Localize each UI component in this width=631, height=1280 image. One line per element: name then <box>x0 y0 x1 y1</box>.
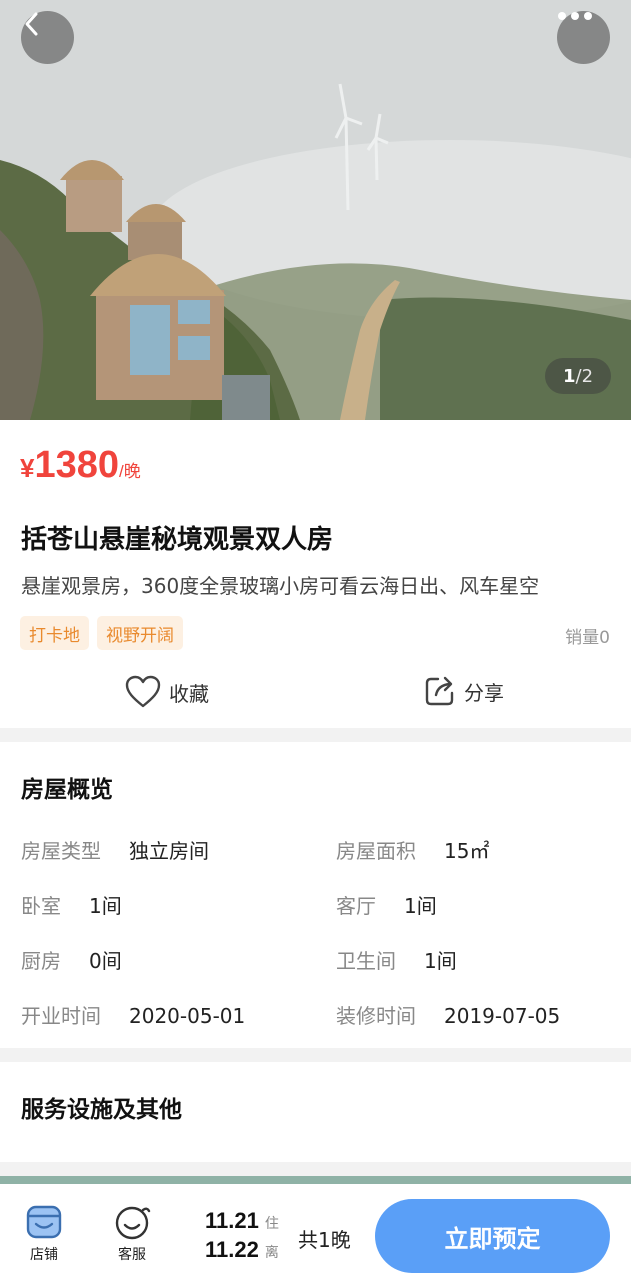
date-range[interactable]: 11.21 住 11.22 离 <box>205 1208 279 1266</box>
customer-service-button[interactable]: 客服 <box>102 1204 162 1264</box>
overview-value: 0间 <box>89 949 122 973</box>
hero-photo[interactable]: 1/2 <box>0 0 631 420</box>
overview-key: 装修时间 <box>336 1004 416 1028</box>
overview-item: 装修时间 2019-07-05 <box>336 1000 560 1029</box>
overview-key: 房屋面积 <box>336 839 416 863</box>
book-now-button[interactable]: 立即预定 <box>375 1199 610 1273</box>
bottom-bar: 店铺 客服 11.21 住 11.22 离 共1晚 立即预定 <box>0 1184 631 1280</box>
price-unit: /晚 <box>119 462 141 481</box>
shop-label: 店铺 <box>30 1247 58 1263</box>
divider <box>0 1176 631 1184</box>
overview-key: 客厅 <box>336 894 376 918</box>
tag: 视野开阔 <box>97 616 183 650</box>
services-title: 服务设施及其他 <box>21 1097 182 1123</box>
share-icon <box>425 676 454 706</box>
shop-button[interactable]: 店铺 <box>14 1204 74 1264</box>
checkout-row: 11.22 离 <box>205 1237 279 1266</box>
overview-value: 15㎡ <box>444 839 490 863</box>
share-button[interactable]: 分享 <box>424 675 504 707</box>
overview-key: 厨房 <box>21 949 61 973</box>
overview-value: 2020-05-01 <box>129 1004 246 1028</box>
gallery-current: 1 <box>562 365 576 387</box>
more-icon <box>558 12 592 20</box>
cliff-cabin-photo <box>0 0 631 420</box>
overview-key: 房屋类型 <box>21 839 101 863</box>
more-button[interactable] <box>557 11 610 64</box>
overview-value: 1间 <box>424 949 457 973</box>
overview-item: 客厅 1间 <box>336 890 437 919</box>
overview-item: 开业时间 2020-05-01 <box>21 1000 245 1029</box>
overview-value: 1间 <box>89 894 122 918</box>
checkin-label: 住 <box>264 1216 279 1232</box>
customer-service-icon <box>115 1206 151 1240</box>
tag-list: 打卡地 视野开阔 <box>20 616 183 650</box>
product-title: 括苍山悬崖秘境观景双人房 <box>21 525 334 555</box>
services-section: 服务设施及其他 <box>0 1062 631 1162</box>
back-button[interactable] <box>21 11 74 64</box>
back-icon <box>25 12 38 36</box>
checkout-label: 离 <box>264 1245 279 1261</box>
checkin-date: 11.21 <box>205 1208 259 1233</box>
overview-value: 1间 <box>404 894 437 918</box>
overview-item: 厨房 0间 <box>21 945 122 974</box>
shop-icon <box>26 1205 62 1239</box>
overview-item: 卫生间 1间 <box>336 945 457 974</box>
gallery-counter: 1/2 <box>545 358 611 394</box>
price-currency: ¥ <box>20 453 35 483</box>
overview-value: 独立房间 <box>129 839 209 863</box>
overview-item: 房屋类型 独立房间 <box>21 835 209 864</box>
price: ¥1380/晚 <box>20 444 141 487</box>
action-row: 收藏 分享 <box>0 675 631 721</box>
overview-value: 2019-07-05 <box>444 1004 561 1028</box>
overview-key: 卧室 <box>21 894 61 918</box>
gallery-total: /2 <box>575 365 594 387</box>
checkout-date: 11.22 <box>205 1237 259 1262</box>
price-amount: 1380 <box>34 444 120 486</box>
product-info: ¥1380/晚 括苍山悬崖秘境观景双人房 悬崖观景房，360度全景玻璃小房可看云… <box>0 420 631 728</box>
nights-count: 共1晚 <box>298 1228 351 1252</box>
customer-service-label: 客服 <box>118 1247 146 1263</box>
overview-key: 卫生间 <box>336 949 396 973</box>
overview-item: 卧室 1间 <box>21 890 122 919</box>
heart-icon <box>125 675 161 708</box>
favorite-label: 收藏 <box>169 681 209 706</box>
overview-title: 房屋概览 <box>21 777 113 803</box>
sales-count: 销量0 <box>565 628 610 648</box>
overview-key: 开业时间 <box>21 1004 101 1028</box>
tag: 打卡地 <box>20 616 89 650</box>
product-subtitle: 悬崖观景房，360度全景玻璃小房可看云海日出、风车星空 <box>21 574 540 598</box>
share-label: 分享 <box>464 680 504 705</box>
house-overview: 房屋概览 房屋类型 独立房间 房屋面积 15㎡ 卧室 1间 客厅 1间 厨房 0间 卫生间… <box>0 742 631 1048</box>
favorite-button[interactable]: 收藏 <box>125 675 209 709</box>
overview-item: 房屋面积 15㎡ <box>336 835 489 864</box>
checkin-row: 11.21 住 <box>205 1208 279 1237</box>
